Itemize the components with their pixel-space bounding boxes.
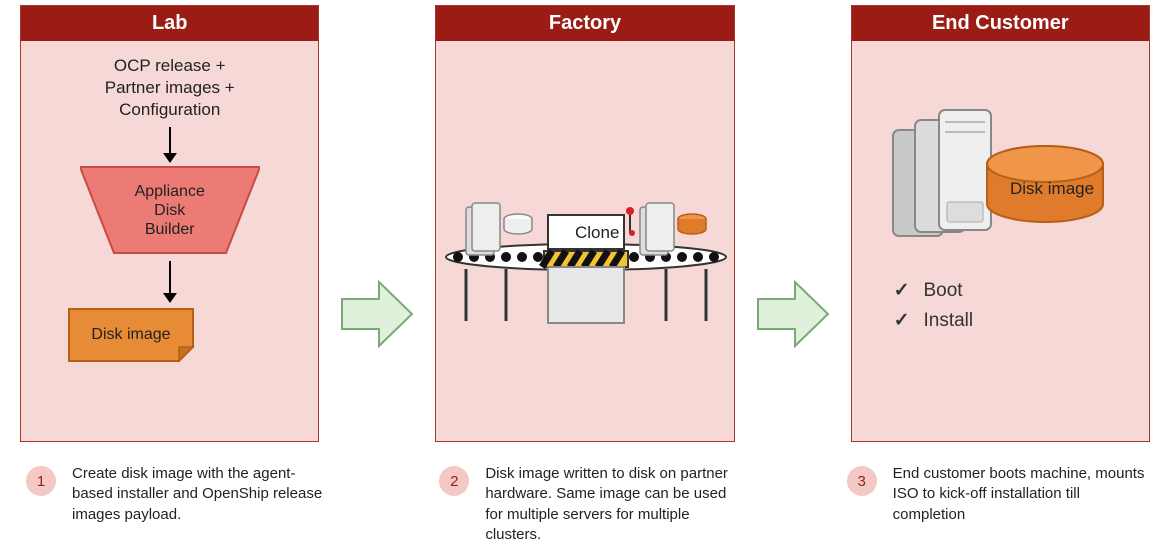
caption-text: Create disk image with the agent-based i… [72,464,329,545]
flow-arrow-icon [337,274,417,354]
panel-lab: Lab OCP release + Partner images + Confi… [20,5,319,442]
panel-lab-body: OCP release + Partner images + Configura… [21,41,318,441]
panel-lab-title: Lab [21,6,318,41]
captions-row: 1 Create disk image with the agent-based… [20,464,1150,545]
caption-1: 1 Create disk image with the agent-based… [26,464,329,545]
panel-factory-title: Factory [436,6,733,41]
ec-disk-label-svg: Disk image [1010,179,1094,198]
panel-end-customer: End Customer [851,5,1150,442]
factory-scene-icon: Clone [436,181,736,351]
builder-line: Disk [135,201,205,220]
disk-image-label: Disk image [67,307,195,363]
caption-3: 3 End customer boots machine, mounts ISO… [847,464,1150,545]
caption-text: Disk image written to disk on partner ha… [485,464,742,545]
factory-graphic: Clone [436,181,733,356]
panel-factory-body: Clone [436,41,733,441]
servers-disk-icon: Disk image [885,108,1115,258]
appliance-disk-builder-shape: Appliance Disk Builder [80,165,260,255]
caption-number: 1 [26,466,56,496]
caption-text: End customer boots machine, mounts ISO t… [893,464,1150,545]
panel-end-customer-body: Disk image Boot Install [852,41,1149,441]
caption-number: 3 [847,466,877,496]
end-customer-graphic: Disk image [885,108,1115,258]
disk-image-note: Disk image [67,307,195,363]
check-item: Install [894,306,1137,336]
lab-input-line: Configuration [33,99,306,121]
lab-input-line: Partner images + [33,77,306,99]
caption-2: 2 Disk image written to disk on partner … [439,464,742,545]
panel-factory: Factory [435,5,734,442]
caption-number: 2 [439,466,469,496]
flow-arrow-icon [753,274,833,354]
builder-line: Appliance [135,182,205,201]
builder-label: Appliance Disk Builder [80,165,260,255]
check-item: Boot [894,276,1137,306]
arrow-down-icon [160,127,180,163]
diagram-row: Lab OCP release + Partner images + Confi… [20,5,1150,442]
arrow-down-icon [160,261,180,303]
panel-end-customer-title: End Customer [852,6,1149,41]
lab-input-text: OCP release + Partner images + Configura… [33,55,306,121]
clone-label-svg: Clone [575,223,619,242]
builder-line: Builder [135,220,205,239]
end-customer-checklist: Boot Install [894,276,1137,337]
lab-input-line: OCP release + [33,55,306,77]
